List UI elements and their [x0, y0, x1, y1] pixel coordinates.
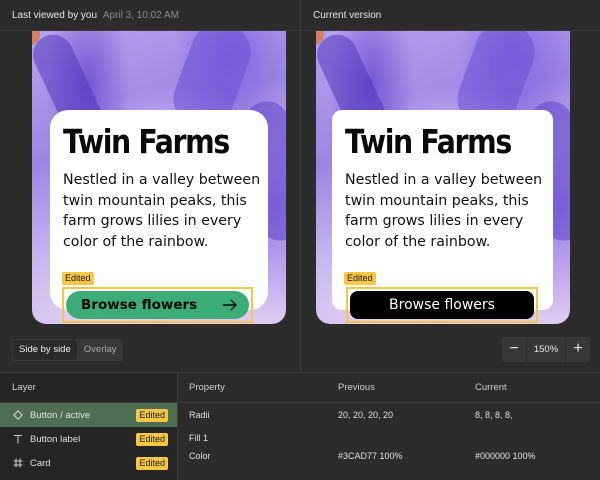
property-name: Radii — [189, 410, 210, 420]
card-body: Nestled in a valley between twin mountai… — [345, 172, 543, 250]
zoom-control: − 150% + — [502, 337, 590, 362]
current-column-header: Current — [475, 382, 507, 393]
button-label: Browse flowers — [389, 297, 495, 313]
layer-item-button-label[interactable]: Button label Edited — [0, 427, 177, 451]
browse-flowers-button[interactable]: Browse flowers — [66, 291, 249, 319]
previous-column-header: Previous — [338, 382, 375, 393]
zoom-out-button[interactable]: − — [502, 337, 526, 362]
browse-flowers-button[interactable]: Browse flowers — [350, 291, 534, 319]
current-value: 8, 8, 8, 8, — [475, 410, 513, 420]
frame-icon — [12, 457, 24, 469]
overlay-option[interactable]: Overlay — [78, 339, 123, 361]
layer-label: Button label — [30, 433, 81, 445]
edited-badge: Edited — [344, 272, 376, 285]
layer-item-card[interactable]: Card Edited — [0, 451, 177, 475]
text-icon — [12, 433, 24, 445]
current-preview-frame[interactable]: Twin Farms Nestled in a valley between t… — [316, 31, 570, 324]
card[interactable]: Twin Farms Nestled in a valley between t… — [332, 110, 553, 323]
previous-preview-frame[interactable]: Twin Farms Nestled in a valley between t… — [32, 31, 286, 324]
edited-highlight-frame[interactable]: Browse flowers — [346, 287, 538, 323]
property-name: Color — [189, 451, 211, 461]
current-version-header: Current version — [301, 0, 600, 31]
previous-value: #3CAD77 100% — [338, 451, 403, 461]
layer-label: Button / active — [30, 409, 91, 421]
property-column-header: Property — [189, 382, 225, 393]
card[interactable]: Twin Farms Nestled in a valley between t… — [50, 110, 268, 323]
layers-header: Layer — [0, 373, 177, 403]
diff-panel: Layer Button / active Edited Button labe… — [0, 373, 600, 480]
card-title: Twin Farms — [63, 122, 230, 161]
edited-badge: Edited — [136, 433, 168, 446]
previous-version-header: Last viewed by you April 3, 10:02 AM — [0, 0, 300, 31]
edited-highlight-frame[interactable]: Browse flowers — [62, 287, 253, 323]
previous-version-title: Last viewed by you — [12, 10, 98, 21]
edited-badge: Edited — [62, 272, 94, 285]
button-label: Browse flowers — [81, 297, 198, 313]
current-version-pane: Current version Twin Farms Nestled in a … — [301, 0, 600, 372]
zoom-level[interactable]: 150% — [526, 337, 566, 362]
previous-value: 20, 20, 20, 20 — [338, 410, 394, 420]
card-title: Twin Farms — [345, 122, 512, 161]
previous-version-pane: Last viewed by you April 3, 10:02 AM Twi… — [0, 0, 300, 372]
layers-panel: Layer Button / active Edited Button labe… — [0, 373, 178, 480]
last-viewed-timestamp: April 3, 10:02 AM — [102, 10, 179, 21]
property-row-color: Color #3CAD77 100% #000000 100% — [189, 451, 536, 461]
property-row-radii: Radii 20, 20, 20, 20 8, 8, 8, 8, — [189, 410, 513, 420]
side-by-side-option[interactable]: Side by side — [13, 340, 77, 360]
arrow-right-icon — [223, 299, 237, 311]
zoom-in-button[interactable]: + — [566, 337, 590, 362]
component-instance-icon — [12, 409, 24, 421]
card-body: Nestled in a valley between twin mountai… — [63, 172, 261, 250]
property-name: Fill 1 — [189, 433, 209, 443]
edited-badge: Edited — [136, 409, 168, 422]
layer-label: Card — [30, 457, 51, 469]
layer-item-button-active[interactable]: Button / active Edited — [0, 403, 177, 427]
current-version-title: Current version — [313, 10, 382, 21]
property-row-fill: Fill 1 — [189, 433, 338, 443]
properties-header: Property Previous Current — [179, 373, 600, 403]
edited-badge: Edited — [136, 457, 168, 470]
current-value: #000000 100% — [475, 451, 536, 461]
view-mode-toggle[interactable]: Side by side Overlay — [12, 339, 123, 361]
properties-panel: Property Previous Current Radii 20, 20, … — [179, 373, 600, 480]
